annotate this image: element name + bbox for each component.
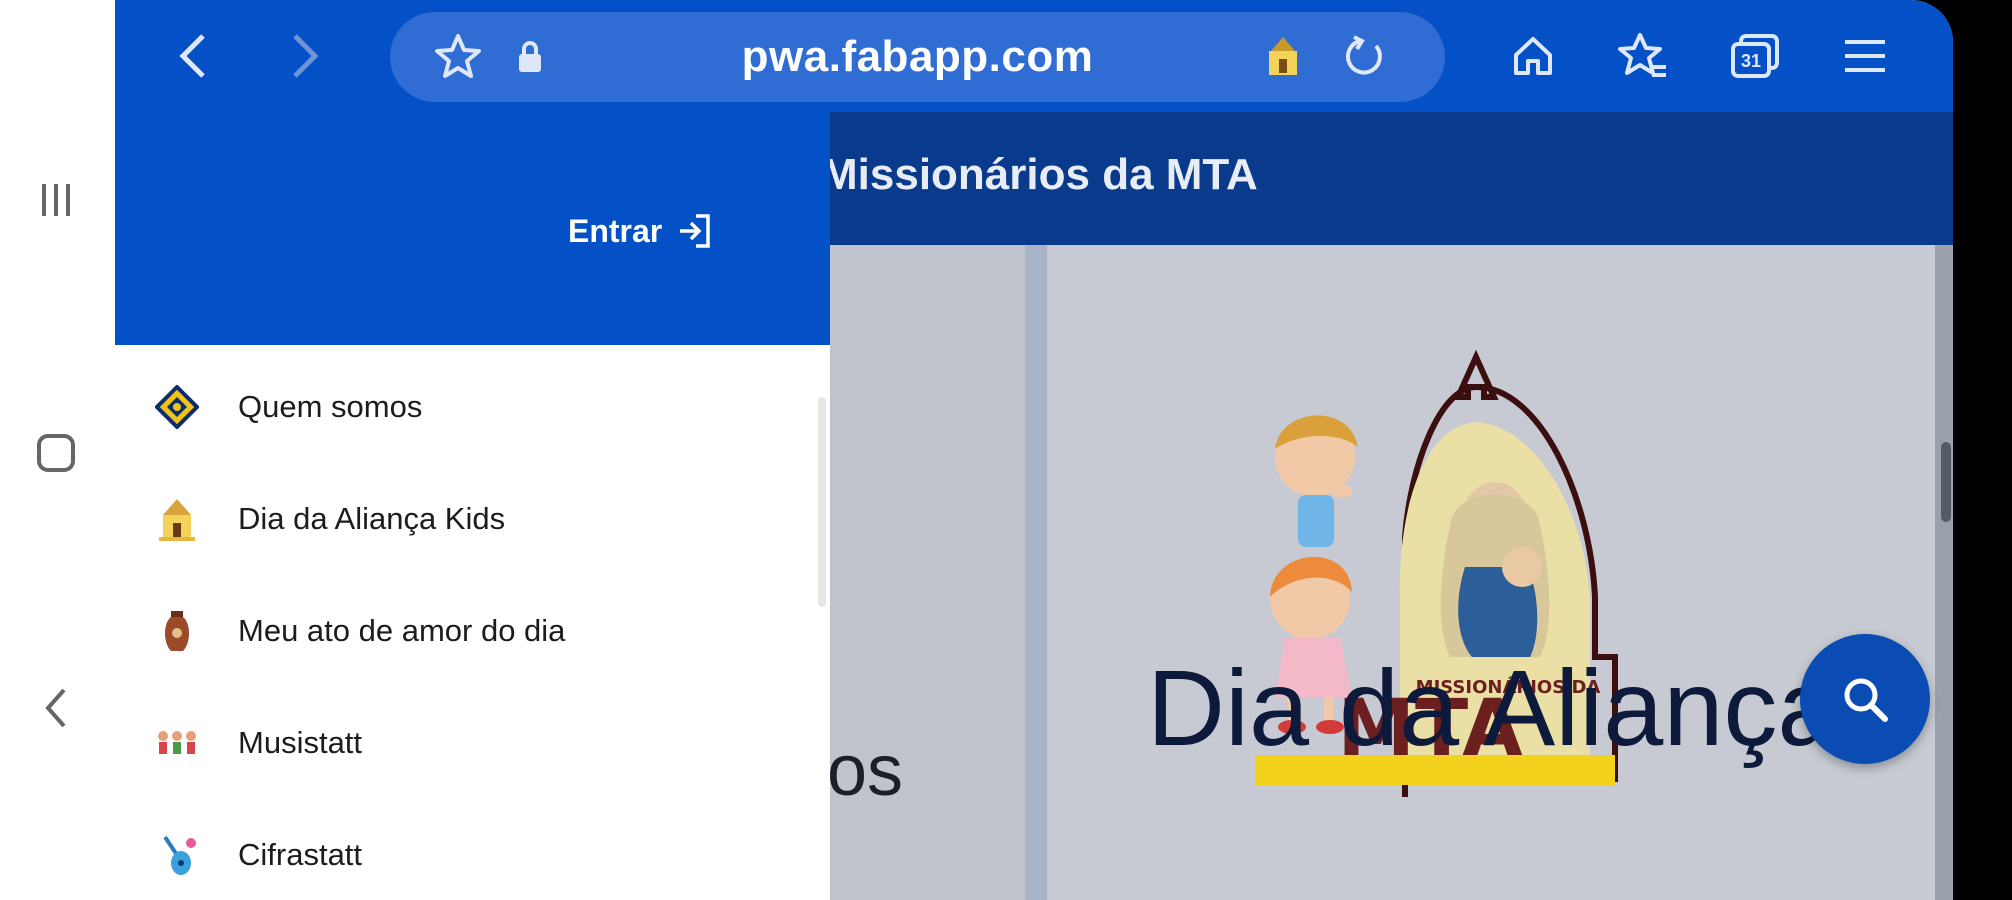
- content-heading: Dia da Aliança: [1147, 647, 1838, 768]
- address-bar[interactable]: pwa.fabapp.com: [390, 12, 1445, 102]
- page-scrollbar[interactable]: [1941, 442, 1951, 522]
- browser-forward-button[interactable]: [277, 28, 333, 84]
- tabs-button[interactable]: 31: [1727, 28, 1783, 84]
- reload-button[interactable]: [1335, 29, 1391, 85]
- back-icon: [45, 688, 66, 728]
- kids-music-icon: [153, 719, 201, 767]
- chevron-right-icon: [293, 34, 319, 78]
- login-button[interactable]: Entrar: [568, 212, 714, 250]
- browser-toolbar: pwa.fabapp.com 31: [115, 0, 1953, 112]
- menu-item-cifrastatt[interactable]: Cifrastatt: [115, 805, 815, 900]
- login-icon: [680, 214, 710, 248]
- drawer-scrollbar[interactable]: [818, 397, 826, 607]
- bookmarks-icon: [1618, 33, 1666, 77]
- tabs-icon: 31: [1731, 34, 1779, 78]
- menu-item-label: Meu ato de amor do dia: [238, 613, 566, 648]
- search-fab[interactable]: [1800, 634, 1930, 764]
- browser-back-button[interactable]: [165, 28, 221, 84]
- menu-item-meu-ato-de-amor[interactable]: Meu ato de amor do dia: [115, 581, 815, 681]
- browser-menu-button[interactable]: [1837, 28, 1893, 84]
- home-icon: [37, 434, 75, 472]
- chevron-left-icon: [179, 34, 205, 78]
- login-label: Entrar: [568, 212, 663, 249]
- system-nav-rail: [0, 0, 115, 900]
- tab-count: 31: [1741, 51, 1761, 71]
- shield-logo-icon: [153, 383, 201, 431]
- search-icon: [1844, 678, 1888, 722]
- home-button[interactable]: [30, 432, 82, 474]
- column-divider: [1025, 245, 1047, 900]
- drawer-header: Entrar: [115, 112, 830, 345]
- shrine-icon: [153, 495, 201, 543]
- reload-icon: [1345, 35, 1382, 75]
- right-strip: [1935, 245, 1953, 900]
- partial-heading-left: os: [827, 731, 904, 811]
- navigation-drawer: Entrar Quem somos Dia da Aliança Kids Me…: [115, 112, 830, 900]
- menu-item-label: Cifrastatt: [238, 837, 363, 872]
- vase-icon: [153, 607, 201, 655]
- browser-home-button[interactable]: [1505, 28, 1561, 84]
- menu-item-musistatt[interactable]: Musistatt: [115, 693, 815, 793]
- device-screen: pwa.fabapp.com 31 Missionários da MTA MI…: [115, 0, 1953, 900]
- menu-item-dia-da-alianca-kids[interactable]: Dia da Aliança Kids: [115, 469, 815, 569]
- bookmarks-button[interactable]: [1615, 28, 1671, 84]
- hamburger-icon: [1845, 40, 1885, 72]
- home-outline-icon: [1514, 37, 1552, 75]
- menu-item-quem-somos[interactable]: Quem somos: [115, 357, 815, 457]
- site-app-icon[interactable]: [1255, 29, 1311, 85]
- menu-item-label: Dia da Aliança Kids: [238, 501, 506, 536]
- back-button[interactable]: [30, 686, 82, 730]
- app-title: Missionários da MTA: [821, 150, 1258, 199]
- recents-icon: [42, 184, 70, 216]
- guitar-icon: [153, 831, 201, 879]
- menu-item-label: Quem somos: [238, 389, 423, 424]
- recents-button[interactable]: [30, 180, 82, 220]
- menu-item-label: Musistatt: [238, 725, 363, 760]
